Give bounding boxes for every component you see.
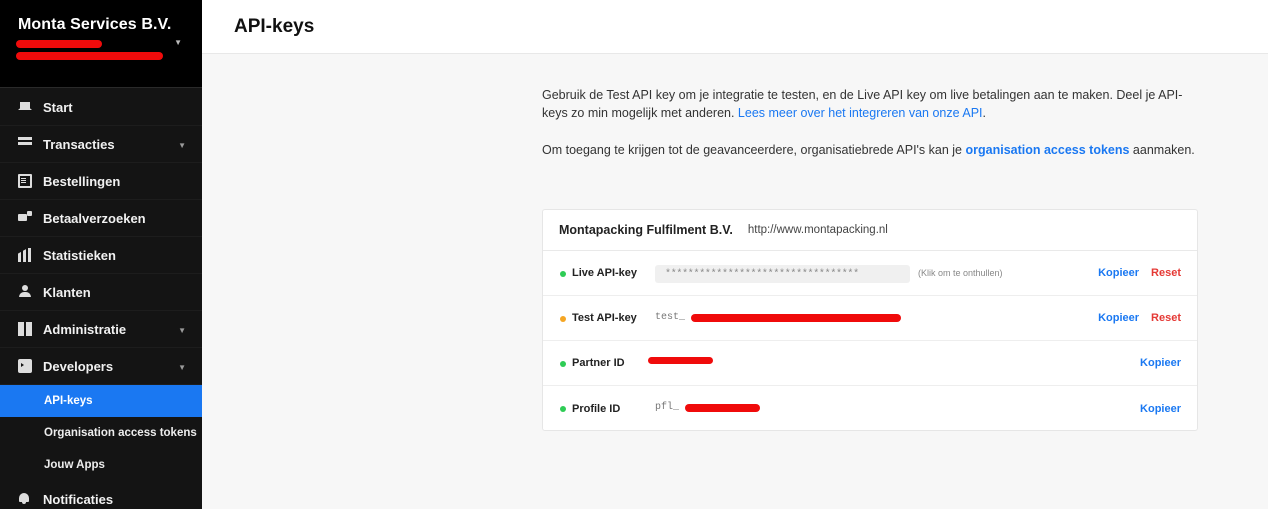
row-label: Partner ID — [572, 357, 625, 369]
sidebar-item-label: Developers — [43, 358, 114, 374]
sidebar-item-developers[interactable]: Developers ▼ — [0, 348, 202, 385]
intro-text-2-end: aanmaken. — [1129, 143, 1195, 157]
redacted-partner-id — [648, 357, 713, 364]
redacted-profile-id — [685, 404, 760, 412]
test-api-key-row: Test API-key test_ Kopieer Reset — [543, 296, 1197, 341]
row-actions: Kopieer — [1140, 403, 1181, 415]
row-actions: Kopieer Reset — [1098, 312, 1181, 324]
sidebar-item-label: Administratie — [43, 321, 127, 337]
copy-profile-id-button[interactable]: Kopieer — [1140, 403, 1181, 415]
profile-id-row: Profile ID pfl_ Kopieer — [543, 386, 1197, 431]
intro-text: Gebruik de Test API key om je integratie… — [542, 86, 1202, 159]
row-label: Test API-key — [572, 312, 637, 324]
sidebar-item-label: Transacties — [43, 136, 115, 152]
sidebar-item-administratie[interactable]: Administratie ▼ — [0, 311, 202, 348]
sidebar-item-betaalverzoeken[interactable]: Betaalverzoeken — [0, 200, 202, 237]
chevron-down-icon: ▼ — [174, 38, 182, 47]
status-dot-profile — [560, 406, 566, 412]
sidebar-nav: Start Transacties ▼ Bestellingen Betaalv… — [0, 89, 202, 385]
sidebar-item-label: Start — [43, 99, 73, 115]
sidebar-item-statistieken[interactable]: Statistieken — [0, 237, 202, 274]
payment-request-icon — [18, 211, 32, 225]
profile-name: Montapacking Fulfilment B.V. — [559, 223, 733, 237]
subnav-item-api-keys[interactable]: API-keys — [0, 385, 202, 417]
developer-icon — [18, 359, 32, 373]
home-icon — [18, 96, 32, 110]
status-dot-live — [560, 271, 566, 277]
status-dot-partner — [560, 361, 566, 367]
sidebar-item-notificaties[interactable]: Notificaties — [0, 481, 202, 509]
page-header: API-keys — [202, 0, 1268, 54]
sidebar-nav-bottom: Notificaties — [0, 481, 202, 509]
api-keys-card: Montapacking Fulfilment B.V. http://www.… — [542, 209, 1198, 431]
chevron-down-icon: ▼ — [178, 141, 186, 150]
subnav-item-jouw-apps[interactable]: Jouw Apps — [0, 449, 202, 481]
intro-text-1-end: . — [982, 106, 986, 120]
sidebar-item-klanten[interactable]: Klanten — [0, 274, 202, 311]
sidebar: Monta Services B.V. ▼ Start Transacties … — [0, 0, 202, 509]
row-actions: Kopieer Reset — [1098, 267, 1181, 279]
profile-id-prefix: pfl_ — [655, 402, 680, 413]
profile-header: Montapacking Fulfilment B.V. http://www.… — [543, 210, 1197, 251]
row-actions: Kopieer — [1140, 357, 1181, 369]
row-label: Live API-key — [572, 267, 638, 279]
redacted-account-info — [16, 38, 163, 72]
live-api-key-masked[interactable]: ********************************** — [655, 265, 910, 283]
document-icon — [18, 174, 32, 188]
sidebar-item-label: Betaalverzoeken — [43, 210, 146, 226]
subnav-item-organisation-access-tokens[interactable]: Organisation access tokens — [0, 417, 202, 449]
developers-subnav: API-keys Organisation access tokens Jouw… — [0, 385, 202, 481]
book-icon — [18, 322, 32, 336]
intro-paragraph-2: Om toegang te krijgen tot de geavanceerd… — [542, 141, 1202, 159]
main-content: API-keys Gebruik de Test API key om je i… — [202, 0, 1268, 509]
redacted-test-key — [691, 314, 901, 322]
intro-paragraph-1: Gebruik de Test API key om je integratie… — [542, 86, 1202, 122]
organization-name: Monta Services B.V. — [18, 16, 172, 33]
sidebar-item-start[interactable]: Start — [0, 89, 202, 126]
intro-text-2: Om toegang te krijgen tot de geavanceerd… — [542, 143, 966, 157]
sidebar-item-bestellingen[interactable]: Bestellingen — [0, 163, 202, 200]
sidebar-item-label: Statistieken — [43, 247, 116, 263]
profile-url: http://www.montapacking.nl — [747, 224, 888, 236]
reveal-hint[interactable]: (Klik om te onthullen) — [918, 268, 1003, 278]
test-api-key-prefix: test_ — [655, 312, 686, 323]
page-title: API-keys — [234, 16, 315, 37]
organisation-access-tokens-link[interactable]: organisation access tokens — [966, 143, 1130, 157]
sidebar-item-label: Klanten — [43, 284, 91, 300]
sidebar-item-transacties[interactable]: Transacties ▼ — [0, 126, 202, 163]
copy-live-key-button[interactable]: Kopieer — [1098, 267, 1139, 279]
reset-test-key-button[interactable]: Reset — [1151, 312, 1181, 324]
bell-icon — [18, 492, 32, 506]
list-icon — [18, 137, 32, 151]
organization-switcher[interactable]: Monta Services B.V. ▼ — [0, 0, 202, 88]
copy-partner-id-button[interactable]: Kopieer — [1140, 357, 1181, 369]
customers-icon — [18, 285, 32, 299]
copy-test-key-button[interactable]: Kopieer — [1098, 312, 1139, 324]
chevron-down-icon: ▼ — [178, 326, 186, 335]
reset-live-key-button[interactable]: Reset — [1151, 267, 1181, 279]
stats-icon — [18, 248, 32, 262]
live-api-key-row: Live API-key ***************************… — [543, 251, 1197, 296]
sidebar-item-label: Bestellingen — [43, 173, 121, 189]
row-label: Profile ID — [572, 402, 621, 415]
partner-id-row: Partner ID Kopieer — [543, 341, 1197, 386]
sidebar-item-label: Notificaties — [43, 491, 114, 507]
chevron-down-icon: ▼ — [178, 363, 186, 372]
status-dot-test — [560, 316, 566, 322]
integration-docs-link[interactable]: Lees meer over het integreren van onze A… — [738, 106, 983, 120]
